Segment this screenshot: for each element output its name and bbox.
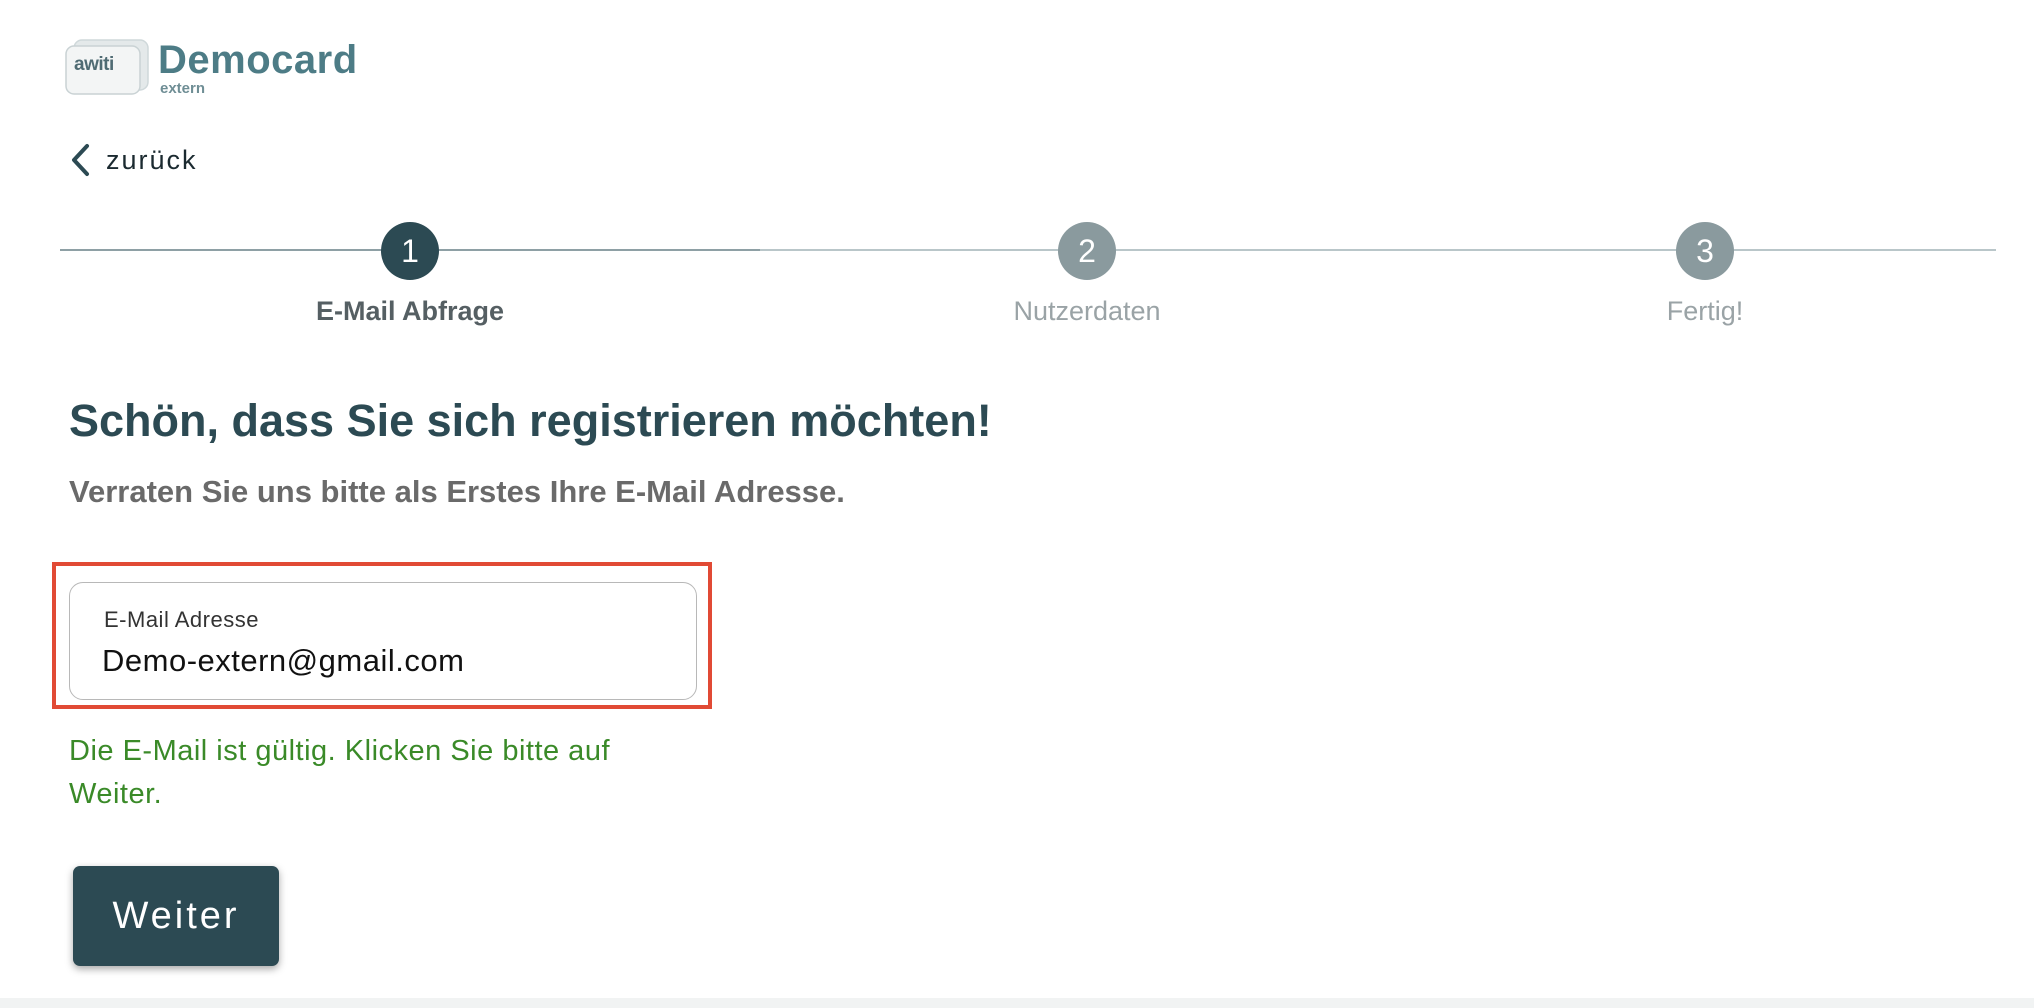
step-1-circle: 1 (381, 222, 439, 280)
logo-mark-text: awiti (74, 54, 114, 75)
brand-subtitle: extern (160, 80, 206, 97)
next-button[interactable]: Weiter (73, 866, 279, 966)
validation-message: Die E-Mail ist gültig. Klicken Sie bitte… (69, 735, 610, 810)
brand-name: Democard (158, 38, 358, 82)
back-label: zurück (106, 144, 198, 175)
chevron-left-icon (70, 140, 98, 180)
back-link[interactable]: zurück (70, 138, 198, 182)
email-input[interactable] (102, 641, 662, 681)
page-title: Schön, dass Sie sich registrieren möchte… (69, 395, 992, 446)
email-field-label: E-Mail Adresse (104, 607, 259, 632)
progress-stepper: 1 E-Mail Abfrage 2 Nutzerdaten 3 Fertig! (60, 222, 1996, 342)
step-1-label: E-Mail Abfrage (315, 296, 505, 326)
brand-logo: awiti Democard extern (64, 34, 384, 98)
step-2-label: Nutzerdaten (1013, 296, 1161, 326)
stepper-line-pending (760, 249, 1996, 251)
step-3-label: Fertig! (1666, 296, 1744, 326)
email-field[interactable]: E-Mail Adresse (69, 582, 697, 700)
step-3-circle: 3 (1676, 222, 1734, 280)
page-subtitle: Verraten Sie uns bitte als Erstes Ihre E… (69, 474, 845, 509)
page-footer-strip (0, 998, 2034, 1008)
step-2-circle: 2 (1058, 222, 1116, 280)
